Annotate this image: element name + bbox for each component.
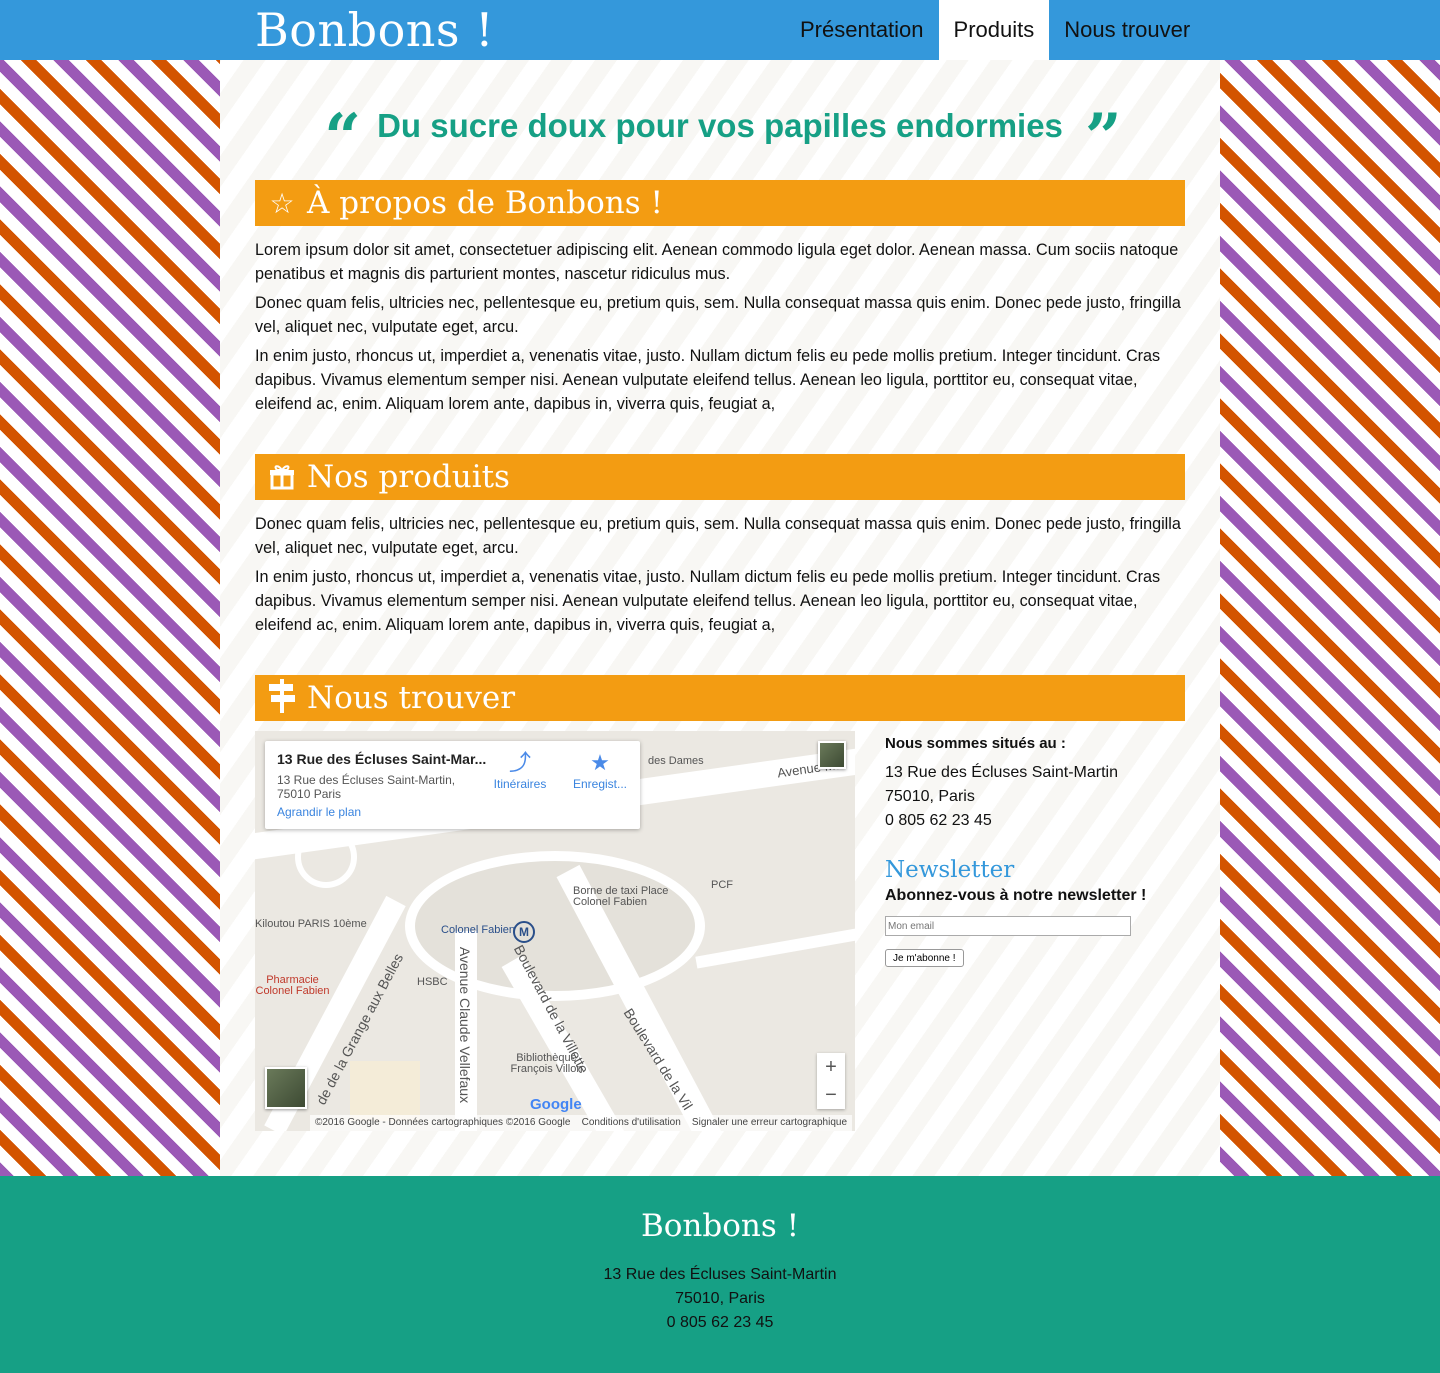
main-nav: Présentation Produits Nous trouver	[785, 0, 1205, 60]
nav-item-presentation[interactable]: Présentation	[785, 0, 939, 60]
save-place-button[interactable]: ★ Enregist...	[565, 749, 635, 791]
address-line2: 75010, Paris	[885, 788, 975, 805]
footer-address-line2: 75010, Paris	[675, 1290, 765, 1307]
map-roundabout-small	[295, 826, 357, 888]
place-address-line1: 13 Rue des Écluses Saint-Martin,	[277, 773, 456, 787]
nav-item-nous-trouver[interactable]: Nous trouver	[1049, 0, 1205, 60]
zoom-out-button[interactable]: −	[817, 1081, 845, 1109]
products-title: Nos produits	[307, 459, 510, 495]
map-label: Kiloutou PARIS 10ème	[255, 918, 367, 930]
newsletter-title: Newsletter	[885, 857, 1015, 883]
products-paragraph-2: In enim justo, rhoncus ut, imperdiet a, …	[255, 568, 1161, 634]
page-footer: Bonbons ! 13 Rue des Écluses Saint-Marti…	[0, 1176, 1440, 1373]
map-park	[350, 1061, 420, 1121]
enlarge-map-link[interactable]: Agrandir le plan	[277, 805, 361, 819]
nav-item-produits[interactable]: Produits	[938, 0, 1050, 60]
about-paragraph-3: In enim justo, rhoncus ut, imperdiet a, …	[255, 347, 1161, 413]
directions-label: Itinéraires	[493, 777, 547, 791]
zoom-in-button[interactable]: +	[817, 1053, 845, 1081]
map-footer: ©2016 Google - Données cartographiques ©…	[310, 1115, 853, 1131]
open-quote-icon: “	[324, 100, 361, 175]
map-label: Avenue Claude Vellefaux	[457, 946, 474, 1104]
contact-address: 13 Rue des Écluses Saint-Martin 75010, P…	[885, 761, 1118, 833]
metro-icon: M	[513, 921, 535, 943]
about-paragraph-1: Lorem ipsum dolor sit amet, consectetuer…	[255, 241, 1179, 283]
newsletter-email-input[interactable]	[885, 916, 1131, 936]
located-label: Nous sommes situés au :	[885, 735, 1066, 752]
gift-icon	[265, 455, 299, 501]
map-label: HSBC	[417, 976, 448, 988]
tagline-quote: “ Du sucre doux pour vos papilles endormi…	[220, 100, 1220, 175]
directions-icon: ⤴	[508, 750, 531, 775]
newsletter-subtitle: Abonnez-vous à notre newsletter !	[885, 887, 1147, 904]
address-line1: 13 Rue des Écluses Saint-Martin	[885, 764, 1118, 781]
map-label: PCF	[711, 879, 733, 891]
map-copyright: ©2016 Google - Données cartographiques ©…	[315, 1117, 571, 1128]
footer-phone: 0 805 62 23 45	[666, 1314, 774, 1331]
map-label: Colonel Fabien	[441, 924, 515, 936]
find-title: Nous trouver	[307, 680, 516, 716]
footer-address: 13 Rue des Écluses Saint-Martin 75010, P…	[0, 1263, 1440, 1335]
save-label: Enregist...	[572, 777, 628, 791]
google-logo: Google	[530, 1096, 582, 1113]
phone-number: 0 805 62 23 45	[885, 812, 992, 829]
map-road	[695, 925, 855, 969]
embedded-map[interactable]: Avenue Ma des Dames Borne de taxi Place …	[255, 731, 855, 1131]
star-filled-icon: ★	[590, 750, 610, 775]
place-address: 13 Rue des Écluses Saint-Martin, 75010 P…	[277, 773, 477, 801]
map-terms-link[interactable]: Conditions d'utilisation	[582, 1117, 681, 1128]
signpost-icon	[265, 676, 299, 722]
directions-button[interactable]: ⤴ Itinéraires	[485, 749, 555, 791]
map-label: Pharmacie Colonel Fabien	[255, 974, 330, 997]
street-view-thumb[interactable]	[818, 741, 846, 769]
place-title: 13 Rue des Écluses Saint-Mar...	[277, 751, 487, 767]
tagline-text: Du sucre doux pour vos papilles endormie…	[377, 107, 1063, 144]
top-navbar: Bonbons ! Présentation Produits Nous tro…	[0, 0, 1440, 60]
products-paragraph-1: Donec quam felis, ultricies nec, pellent…	[255, 515, 1181, 557]
map-place-card: 13 Rue des Écluses Saint-Mar... 13 Rue d…	[265, 741, 640, 829]
map-label: Borne de taxi Place Colonel Fabien	[573, 885, 669, 908]
zoom-controls: + −	[817, 1053, 845, 1109]
close-quote-icon: ”	[1084, 100, 1122, 175]
footer-address-line1: 13 Rue des Écluses Saint-Martin	[603, 1266, 837, 1283]
main-content: “ Du sucre doux pour vos papilles endormi…	[220, 60, 1220, 1176]
map-report-link[interactable]: Signaler une erreur cartographique	[692, 1117, 847, 1128]
map-label: des Dames	[648, 755, 704, 767]
about-heading: ☆ À propos de Bonbons !	[255, 180, 1185, 226]
place-address-line2: 75010 Paris	[277, 787, 342, 801]
about-title: À propos de Bonbons !	[307, 185, 663, 221]
footer-brand: Bonbons !	[640, 1208, 800, 1244]
about-paragraph-2: Donec quam felis, ultricies nec, pellent…	[255, 294, 1181, 336]
star-icon: ☆	[269, 187, 295, 220]
find-heading: Nous trouver	[255, 675, 1185, 721]
subscribe-button[interactable]: Je m'abonne !	[885, 949, 964, 967]
site-logo[interactable]: Bonbons !	[255, 2, 494, 58]
products-heading: Nos produits	[255, 454, 1185, 500]
satellite-toggle-thumb[interactable]	[265, 1067, 307, 1109]
